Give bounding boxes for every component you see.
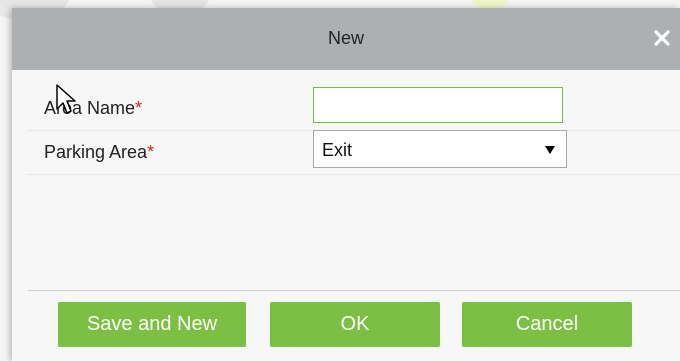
parking-area-row: Parking Area* Exit [28,130,680,175]
ok-button[interactable]: OK [270,302,440,347]
parking-area-label: Parking Area* [44,142,154,163]
save-and-new-button[interactable]: Save and New [58,302,246,347]
close-button[interactable] [652,27,672,49]
parking-area-label-text: Parking Area [44,142,148,162]
required-mark: * [135,98,143,118]
area-name-row: Area Name* [28,86,680,131]
parking-area-select[interactable]: Exit [313,130,567,168]
footer-divider [28,290,680,291]
dialog-title: New [327,28,364,48]
required-mark: * [147,142,155,162]
triangle-down-icon [545,146,555,154]
area-name-input[interactable] [313,87,563,123]
parking-area-selected-value: Exit [322,140,353,160]
area-name-label-text: Area Name [44,98,136,118]
area-name-label: Area Name* [44,98,142,119]
dialog-titlebar: New [12,8,680,70]
new-area-dialog: New Area Name* Parking Area* Exit Save a… [12,8,680,361]
close-icon [654,30,670,46]
dialog-body: Area Name* Parking Area* Exit Save and N… [28,70,680,361]
cancel-button[interactable]: Cancel [462,302,632,347]
